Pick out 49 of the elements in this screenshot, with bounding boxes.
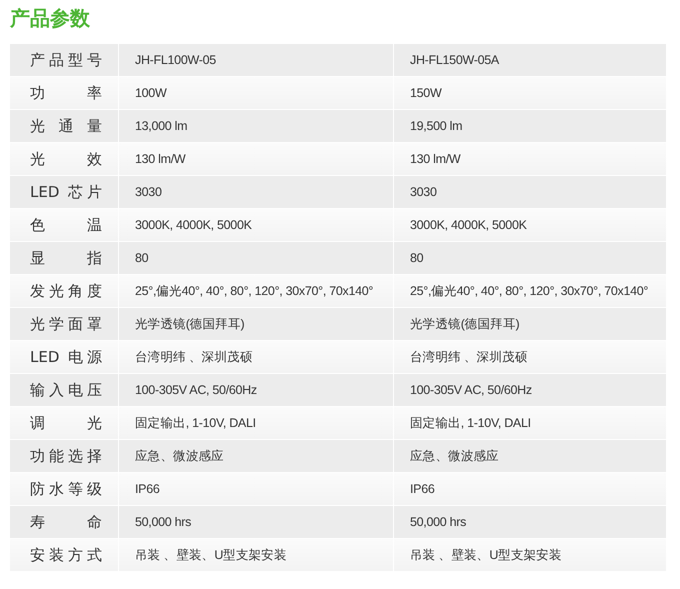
- table-cell: 25°,偏光40°, 40°, 80°, 120°, 30x70°, 70x140°: [410, 282, 648, 300]
- table-cell: 150W: [410, 86, 442, 100]
- table-cell: 100W: [135, 86, 166, 100]
- table-cell: 3000K, 4000K, 5000K: [410, 218, 527, 232]
- row-label: 功率: [30, 84, 102, 102]
- table-cell: 3030: [410, 185, 437, 199]
- table-cell: JH-FL100W-05: [135, 53, 216, 67]
- table-cell: 25°,偏光40°, 40°, 80°, 120°, 30x70°, 70x140°: [135, 282, 374, 300]
- row-label: 色温: [30, 216, 102, 234]
- table-cell: 光学透镜(德国拜耳): [410, 316, 520, 332]
- table-cell: 光学透镜(德国拜耳): [135, 316, 244, 332]
- table-cell: 应急、微波感应: [135, 448, 224, 464]
- row-label: 光学面罩: [30, 314, 102, 334]
- table-cell: IP66: [135, 482, 160, 496]
- table-cell: 100-305V AC, 50/60Hz: [410, 383, 532, 397]
- table-cell: 13,000 lm: [135, 119, 188, 133]
- row-label: 显指: [30, 248, 102, 268]
- table-cell: 台湾明纬 、深圳茂硕: [135, 348, 252, 366]
- row-label: 产品型号: [30, 50, 102, 70]
- table-cell: IP66: [410, 482, 435, 496]
- table-cell: 80: [410, 251, 424, 265]
- table-cell: 130 lm/W: [135, 152, 186, 166]
- row-label: LED 电源: [30, 348, 102, 366]
- table-cell: 台湾明纬 、深圳茂硕: [410, 348, 528, 366]
- table-cell: 80: [135, 251, 148, 265]
- row-label: 光通量: [30, 116, 102, 136]
- row-label: 安装方式: [30, 546, 102, 564]
- row-label: LED 芯片: [30, 182, 102, 202]
- table-cell: 130 lm/W: [410, 152, 460, 166]
- table-cell: 19,500 lm: [410, 119, 462, 133]
- row-label: 输入电压: [30, 380, 102, 400]
- table-cell: 3000K, 4000K, 5000K: [135, 218, 252, 232]
- row-label: 发光角度: [30, 282, 102, 300]
- table-cell: 100-305V AC, 50/60Hz: [135, 383, 257, 397]
- row-label: 光效: [30, 150, 102, 168]
- table-cell: 固定输出, 1-10V, DALI: [410, 414, 531, 432]
- table-cell: 50,000 hrs: [410, 515, 466, 529]
- row-label: 防水等级: [30, 480, 102, 498]
- table-cell: 50,000 hrs: [135, 515, 192, 529]
- row-label: 寿命: [30, 512, 102, 532]
- table-cell: 应急、微波感应: [410, 448, 499, 464]
- section-title: 产品参数: [10, 6, 91, 32]
- table-cell: 吊装 、壁装、U型支架安装: [410, 546, 562, 564]
- table-cell: 固定输出, 1-10V, DALI: [135, 414, 256, 432]
- row-label: 功能选择: [30, 446, 102, 466]
- table-cell: 吊装 、壁装、U型支架安装: [135, 546, 287, 564]
- table-cell: JH-FL150W-05A: [410, 53, 499, 67]
- row-label: 调光: [30, 414, 102, 432]
- table-cell: 3030: [135, 185, 162, 199]
